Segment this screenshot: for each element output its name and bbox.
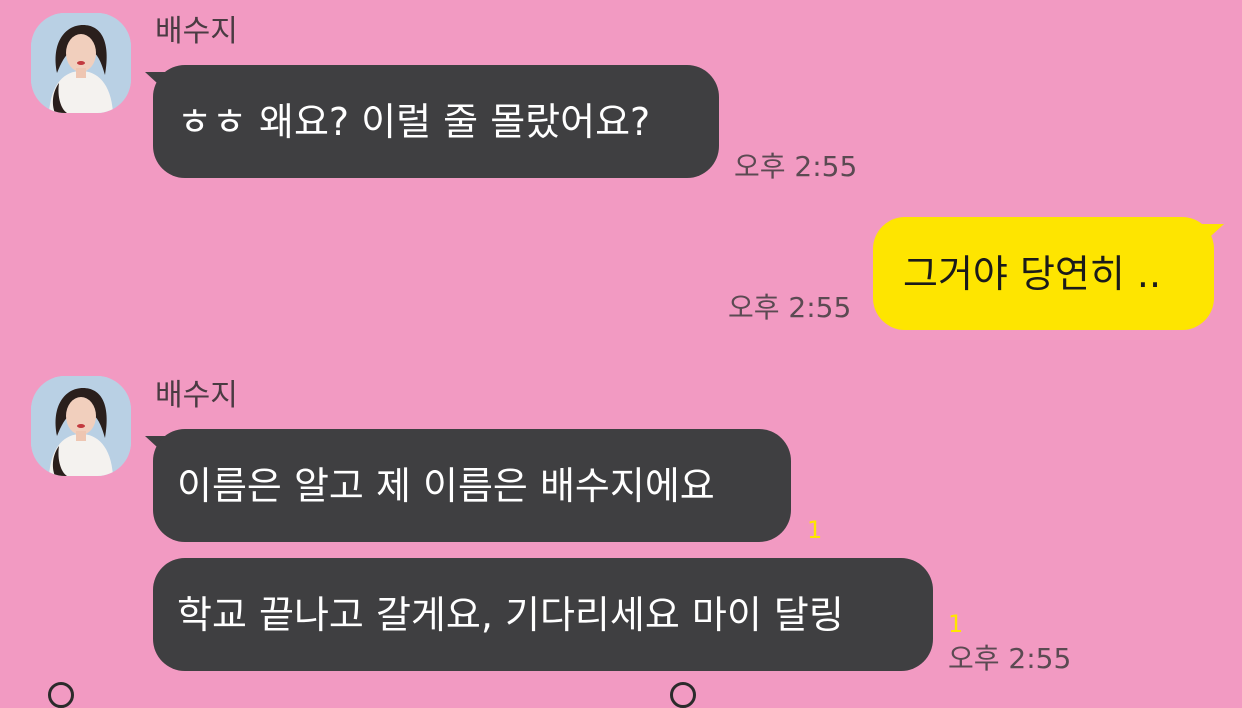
message-time: 오후 2:55 [948, 642, 1072, 675]
unread-count: 1 [807, 516, 823, 544]
next-avatar-edge [48, 682, 74, 708]
sent-message[interactable]: 그거야 당연히 .. [873, 217, 1214, 330]
received-message[interactable]: 학교 끝나고 갈게요, 기다리세요 마이 달링 [153, 558, 933, 671]
received-message[interactable]: ㅎㅎ 왜요? 이럴 줄 몰랐어요? [153, 65, 719, 178]
avatar[interactable] [31, 376, 131, 476]
message-text: ㅎㅎ 왜요? 이럴 줄 몰랐어요? [177, 99, 651, 144]
avatar[interactable] [31, 13, 131, 113]
message-time: 오후 2:55 [728, 291, 852, 324]
sender-name: 배수지 [155, 14, 238, 49]
next-avatar-edge [670, 682, 696, 708]
message-text: 그거야 당연히 .. [903, 251, 1162, 296]
received-message[interactable]: 이름은 알고 제 이름은 배수지에요 [153, 429, 791, 542]
message-text: 이름은 알고 제 이름은 배수지에요 [177, 463, 715, 508]
message-text: 학교 끝나고 갈게요, 기다리세요 마이 달링 [177, 592, 844, 637]
message-time: 오후 2:55 [734, 150, 858, 183]
unread-count: 1 [948, 610, 964, 638]
sender-name: 배수지 [155, 378, 238, 413]
bubble-tail [1200, 224, 1224, 246]
